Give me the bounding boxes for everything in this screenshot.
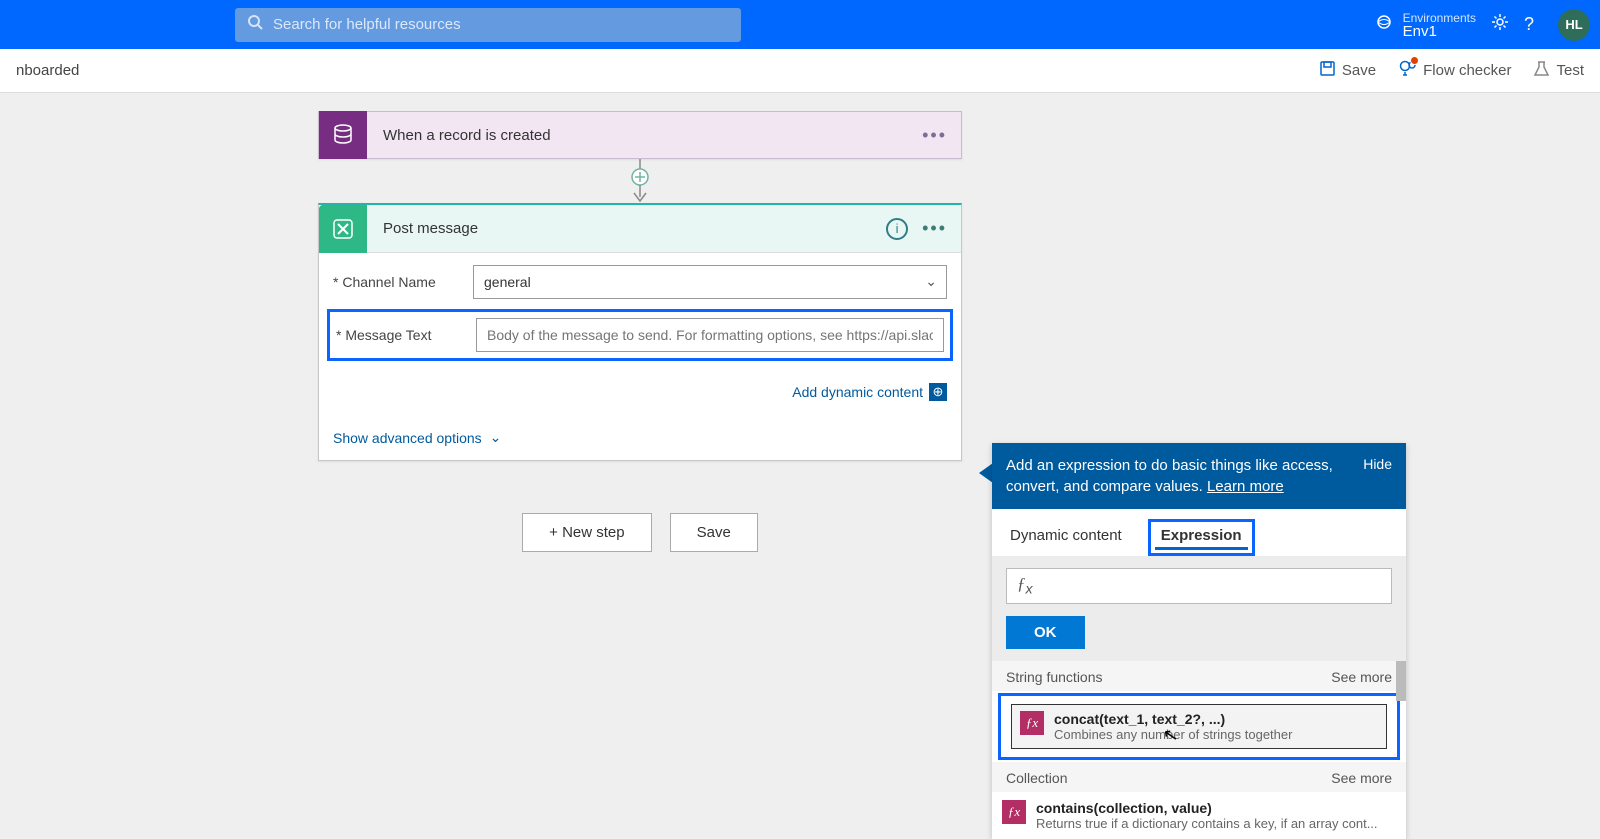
message-label: * Message Text [336, 327, 476, 343]
flow-checker-button[interactable]: Flow checker [1398, 59, 1511, 83]
search-icon [247, 14, 263, 35]
expression-popout: Add an expression to do basic things lik… [992, 443, 1406, 839]
section-collection: Collection See more [992, 762, 1406, 792]
save-flow-button[interactable]: Save [670, 513, 758, 552]
save-button[interactable]: Save [1319, 60, 1376, 82]
fn-concat[interactable]: ƒx concat(text_1, text_2?, ...) Combines… [998, 693, 1400, 760]
step-buttons: + New step Save [318, 513, 962, 552]
show-advanced-link[interactable]: Show advanced options ⌄ [333, 401, 947, 446]
action-more-icon[interactable]: ••• [922, 218, 947, 239]
flow-checker-icon [1398, 59, 1417, 83]
fn-signature: contains(collection, value) [1036, 800, 1378, 816]
channel-row: * Channel Name ⌄ [333, 265, 947, 299]
scrollbar-thumb[interactable] [1396, 661, 1406, 701]
alert-badge [1410, 56, 1419, 65]
environment-text: Environments Env1 [1403, 11, 1476, 39]
expression-input[interactable] [1043, 578, 1391, 594]
avatar[interactable]: HL [1558, 9, 1590, 41]
new-step-button[interactable]: + New step [522, 513, 651, 552]
header-right: Environments Env1 ? HL [1375, 9, 1590, 41]
app-header: Environments Env1 ? HL [0, 0, 1600, 49]
chevron-down-icon: ⌄ [490, 429, 502, 446]
fx-icon: ƒx [1007, 574, 1043, 597]
fn-description: Returns true if a dictionary contains a … [1036, 816, 1378, 831]
trigger-more-icon[interactable]: ••• [922, 125, 947, 146]
fx-badge-icon: ƒx [1020, 711, 1044, 735]
test-button[interactable]: Test [1533, 60, 1584, 82]
add-dynamic-icon: ⊕ [929, 383, 947, 401]
add-dynamic-content-link[interactable]: Add dynamic content ⊕ [792, 383, 947, 401]
action-card: Post message i ••• * Channel Name ⌄ * Me… [318, 203, 962, 461]
save-label: Save [1342, 62, 1376, 79]
info-icon[interactable]: i [886, 218, 908, 240]
trigger-card[interactable]: When a record is created ••• [318, 111, 962, 159]
trigger-title: When a record is created [367, 127, 922, 144]
channel-label: * Channel Name [333, 274, 473, 290]
see-more-link[interactable]: See more [1331, 770, 1392, 786]
save-icon [1319, 60, 1336, 82]
environment-picker[interactable]: Environments Env1 [1375, 11, 1476, 39]
popout-header: Add an expression to do basic things lik… [992, 443, 1406, 509]
action-footer: Add dynamic content ⊕ Show advanced opti… [319, 377, 961, 460]
action-header[interactable]: Post message i ••• [319, 205, 961, 253]
popout-tabs: Dynamic content Expression [992, 509, 1406, 556]
settings-icon[interactable] [1490, 12, 1510, 37]
expression-body: ƒx OK [992, 556, 1406, 661]
search-bar[interactable] [235, 8, 741, 42]
flow-canvas: When a record is created ••• Post messag… [0, 93, 1600, 552]
section-title: Collection [1006, 770, 1067, 786]
test-icon [1533, 60, 1550, 82]
database-icon [319, 111, 367, 159]
hide-popout-button[interactable]: Hide [1363, 455, 1392, 497]
search-input[interactable] [273, 16, 729, 33]
show-advanced-label: Show advanced options [333, 430, 482, 446]
message-input[interactable] [476, 318, 944, 352]
flow-checker-label: Flow checker [1423, 62, 1511, 79]
slack-icon [319, 205, 367, 253]
fn-signature: concat(text_1, text_2?, ...) [1054, 711, 1292, 727]
see-more-link[interactable]: See more [1331, 669, 1392, 685]
message-row-highlight: * Message Text [327, 309, 953, 361]
section-title: String functions [1006, 669, 1103, 685]
tab-expression[interactable]: Expression [1148, 519, 1255, 556]
action-title: Post message [367, 220, 886, 237]
callout-arrow-icon [979, 463, 993, 483]
help-icon[interactable]: ? [1524, 14, 1534, 35]
tab-dynamic-content[interactable]: Dynamic content [1006, 519, 1126, 556]
fn-contains[interactable]: ƒx contains(collection, value) Returns t… [992, 792, 1406, 839]
popout-header-text: Add an expression to do basic things lik… [1006, 457, 1333, 495]
ok-button[interactable]: OK [1006, 616, 1085, 649]
environment-name: Env1 [1403, 25, 1476, 39]
fn-description: Combines any number of strings together [1054, 727, 1292, 742]
function-list: String functions See more ƒx concat(text… [992, 661, 1406, 839]
fx-badge-icon: ƒx [1002, 800, 1026, 824]
toolbar: nboarded Save Flow checker Test [0, 49, 1600, 93]
expression-input-wrap[interactable]: ƒx [1006, 568, 1392, 604]
section-string-functions: String functions See more [992, 661, 1406, 691]
action-body: * Channel Name ⌄ * Message Text [319, 253, 961, 377]
add-dynamic-label: Add dynamic content [792, 384, 923, 400]
channel-input[interactable] [473, 265, 947, 299]
learn-more-link[interactable]: Learn more [1207, 478, 1284, 495]
breadcrumb-fragment: nboarded [16, 62, 79, 79]
test-label: Test [1556, 62, 1584, 79]
connector-arrow [318, 159, 962, 203]
environment-icon [1375, 13, 1393, 36]
